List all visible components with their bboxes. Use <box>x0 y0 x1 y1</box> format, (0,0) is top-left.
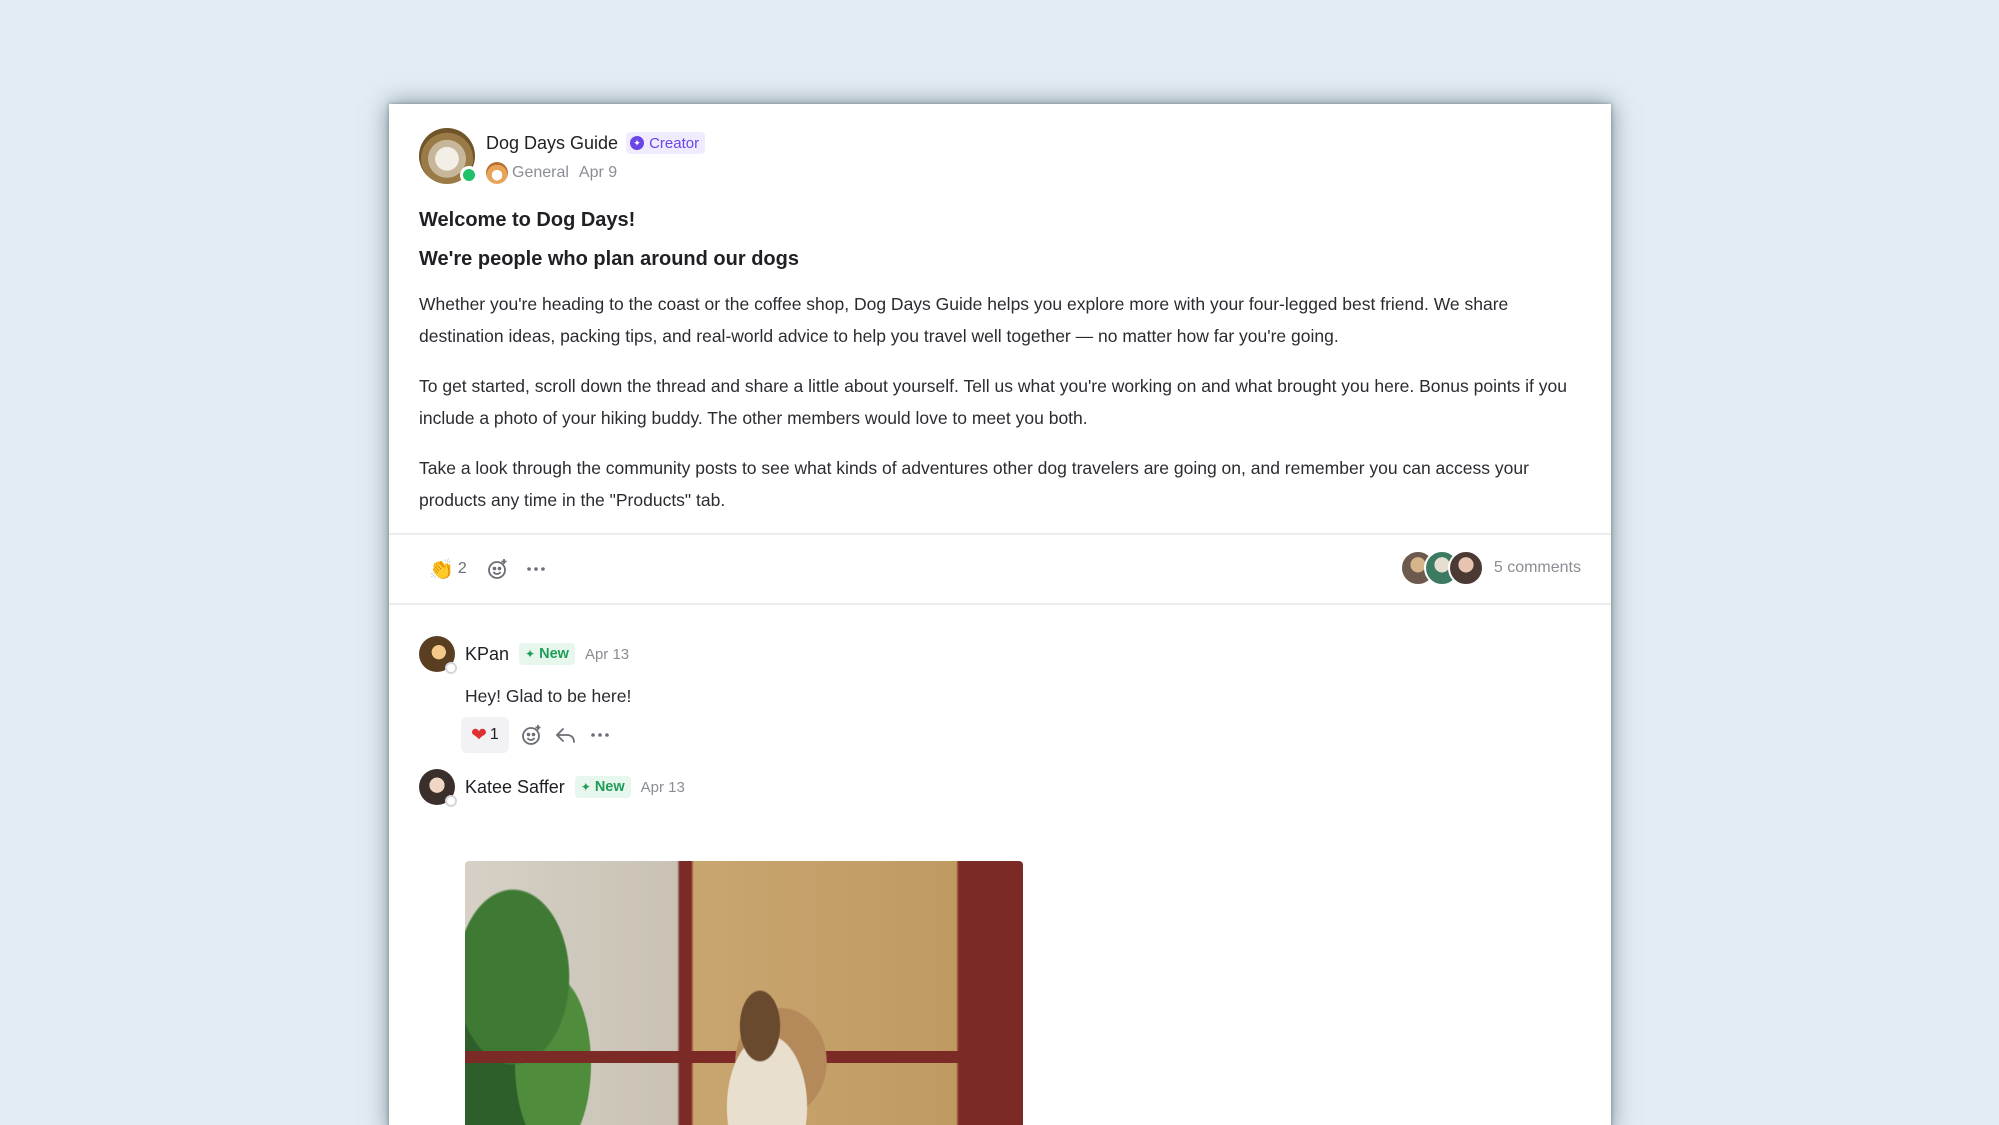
commenter-avatar <box>1447 550 1484 586</box>
commenter-avatar[interactable] <box>419 636 457 674</box>
comments-count[interactable]: 5 comments <box>1494 559 1581 577</box>
add-reaction-icon[interactable] <box>485 556 511 582</box>
post-paragraph: To get started, scroll down the thread a… <box>419 376 1568 428</box>
space-name[interactable]: General <box>512 164 569 182</box>
commenter-name[interactable]: KPan <box>465 644 509 665</box>
reply-icon[interactable] <box>553 722 579 748</box>
comment-date: Apr 13 <box>640 778 685 796</box>
more-options-icon[interactable] <box>587 722 613 748</box>
offline-status-dot <box>445 662 457 674</box>
post-paragraph: Whether you're heading to the coast or t… <box>419 294 1509 346</box>
new-member-badge: ✦ New <box>519 643 575 665</box>
sparkle-icon: ✦ <box>525 647 536 661</box>
comment-actions: ❤ 1 <box>461 717 631 753</box>
creator-star-icon: ✦ <box>630 136 645 150</box>
comments-summary[interactable]: 5 comments <box>1399 550 1581 586</box>
post-title: Welcome to Dog Days! <box>419 209 636 231</box>
heart-reaction-count: 1 <box>489 726 499 743</box>
comment-item: Katee Saffer ✦ New Apr 13 <box>419 769 685 807</box>
new-member-badge: ✦ New <box>574 776 631 798</box>
add-reaction-icon[interactable] <box>519 722 545 748</box>
sparkle-icon: ✦ <box>580 780 591 794</box>
post-actions: 👏 2 <box>429 556 549 582</box>
post-header: Dog Days Guide ✦ Creator General Apr 9 <box>419 128 706 184</box>
commenter-name[interactable]: Katee Saffer <box>465 777 565 798</box>
photo-dog <box>697 981 837 1125</box>
clap-icon: 👏 <box>429 558 454 581</box>
more-options-icon[interactable] <box>523 556 549 582</box>
author-avatar[interactable] <box>419 128 478 184</box>
creator-badge-label: Creator <box>649 134 700 152</box>
comment-item: KPan ✦ New Apr 13 Hey! Glad to be here! … <box>419 636 631 753</box>
post-card: Dog Days Guide ✦ Creator General Apr 9 W… <box>389 104 1611 1125</box>
creator-badge: ✦ Creator <box>626 132 706 154</box>
new-badge-label: New <box>594 779 625 795</box>
comment-text: Hey! Glad to be here! <box>465 686 632 706</box>
commenter-avatar[interactable] <box>419 769 457 807</box>
online-status-dot <box>460 166 478 184</box>
post-date: Apr 9 <box>578 164 618 181</box>
comment-photo[interactable] <box>465 861 1023 1125</box>
space-dog-icon <box>486 162 508 184</box>
photo-plant <box>465 861 625 1125</box>
divider <box>389 533 1611 535</box>
post-paragraph: Take a look through the community posts … <box>419 458 1529 510</box>
post-subtitle: We're people who plan around our dogs <box>419 248 799 270</box>
heart-reaction-button[interactable]: ❤ 1 <box>461 717 509 753</box>
clap-reaction-count: 2 <box>457 560 467 577</box>
divider <box>389 603 1611 605</box>
heart-icon: ❤ <box>471 724 487 746</box>
clap-reaction-button[interactable]: 👏 2 <box>429 557 467 582</box>
offline-status-dot <box>445 795 457 807</box>
author-name[interactable]: Dog Days Guide <box>486 133 618 154</box>
new-badge-label: New <box>539 646 569 662</box>
post-body: Whether you're heading to the coast or t… <box>419 288 1579 534</box>
comment-date: Apr 13 <box>584 645 630 663</box>
